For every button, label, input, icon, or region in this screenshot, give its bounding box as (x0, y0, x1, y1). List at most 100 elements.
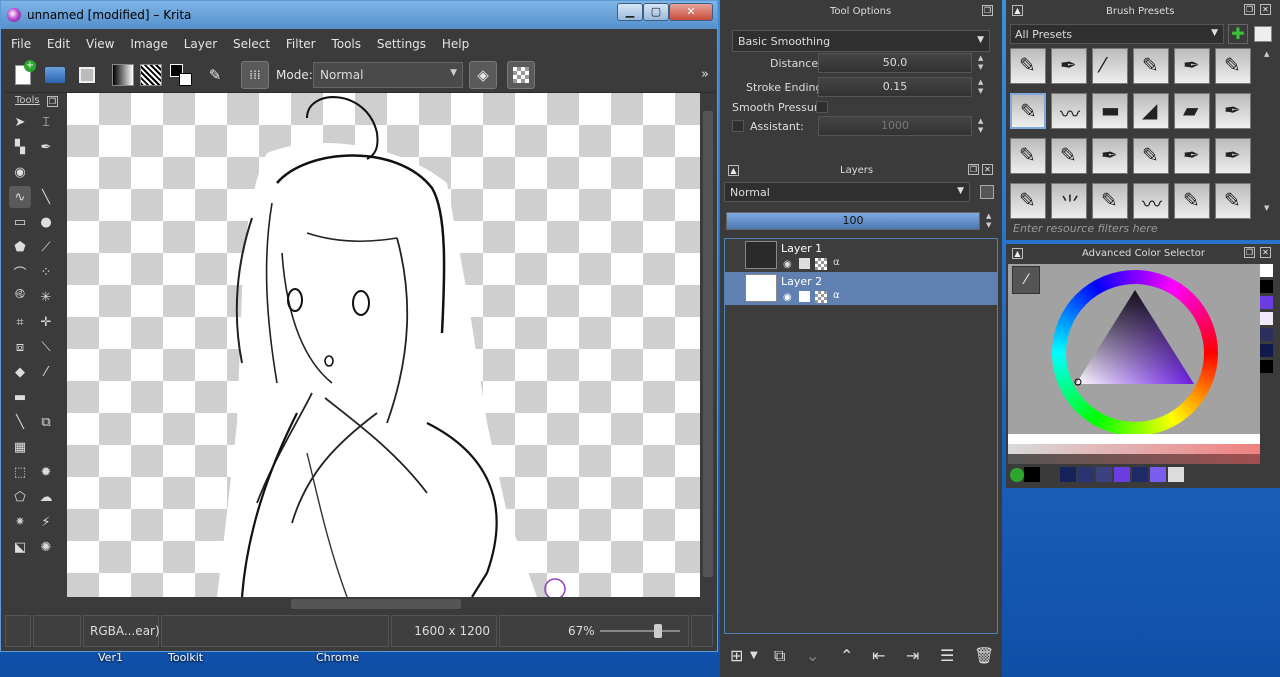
brush-preview-icon[interactable] (5, 615, 31, 647)
brush-preset-tile[interactable]: ✒ (1174, 138, 1210, 174)
canvas-vertical-scrollbar[interactable] (701, 93, 715, 597)
history-swatch[interactable] (1260, 264, 1273, 277)
polyline-tool-icon[interactable]: ⟋ (35, 236, 57, 258)
brush-preset-tile[interactable]: ✒ (1051, 48, 1087, 84)
float-docker-icon[interactable]: ❐ (47, 96, 58, 107)
float-docker-icon[interactable]: ❐ (1244, 247, 1255, 258)
inherit-alpha-icon[interactable]: α (833, 257, 840, 268)
assistant-checkbox[interactable] (732, 120, 744, 132)
brush-preset-tile[interactable]: ✎ (1133, 48, 1169, 84)
color-patch[interactable] (1078, 467, 1094, 482)
canvas-horizontal-scrollbar[interactable] (67, 597, 715, 611)
outline-select-tool-icon[interactable]: ☁ (35, 486, 57, 508)
freehand-path-tool-icon[interactable]: ⁘ (35, 261, 57, 283)
visibility-eye-icon[interactable]: ◉ (783, 259, 792, 270)
move-out-of-group-icon[interactable]: ⇤ (872, 646, 885, 665)
history-swatch[interactable] (1260, 296, 1273, 309)
color-patch[interactable] (1114, 467, 1130, 482)
move-layer-up-icon[interactable]: ⌃ (840, 646, 853, 665)
menu-filter[interactable]: Filter (280, 31, 322, 57)
alpha-lock-icon[interactable] (815, 258, 827, 270)
polygon-select-tool-icon[interactable]: ⬠ (9, 486, 31, 508)
history-swatch[interactable] (1260, 328, 1273, 341)
chevron-down-icon[interactable]: ▼ (750, 650, 758, 661)
save-button[interactable] (73, 61, 101, 89)
close-docker-icon[interactable]: ✕ (982, 164, 993, 175)
close-button[interactable]: ✕ (669, 3, 713, 21)
menu-view[interactable]: View (80, 31, 120, 57)
layer-properties-icon[interactable] (980, 185, 994, 199)
brush-preset-tile[interactable]: ✎ (1010, 93, 1046, 129)
zoom-slider-track[interactable] (600, 630, 680, 632)
brush-preset-tile[interactable]: ✎ (1215, 183, 1251, 219)
layer-properties-icon[interactable]: ☰ (940, 646, 954, 665)
blend-mode-select[interactable]: Normal ▼ (313, 62, 463, 88)
preset-view-icon[interactable] (1254, 26, 1272, 42)
text-tool-icon[interactable]: ⌶ (35, 111, 57, 133)
history-swatch[interactable] (1260, 344, 1273, 357)
hue-ring[interactable] (1052, 270, 1218, 436)
bezier-select-tool-icon[interactable]: ⬕ (9, 536, 31, 558)
minimize-button[interactable]: ▁ (617, 3, 643, 21)
brush-preset-tile[interactable]: ✒ (1215, 138, 1251, 174)
rect-select-tool-icon[interactable]: ⬚ (9, 461, 31, 483)
brush-preset-tile[interactable]: ✎ (1215, 48, 1251, 84)
brush-preset-tile[interactable]: ✒ (1174, 48, 1210, 84)
lock-icon[interactable] (799, 258, 810, 269)
brush-preset-tile[interactable]: ▬ (1092, 93, 1128, 129)
assistant-magnetism-slider[interactable]: 1000 (818, 116, 972, 136)
preserve-alpha-button[interactable] (507, 61, 535, 89)
horizontal-scroll-thumb[interactable] (291, 599, 461, 609)
dynamic-brush-tool-icon[interactable]: ࿋ (9, 286, 31, 308)
brush-preset-tile[interactable]: ▰ (1174, 93, 1210, 129)
menu-file[interactable]: File (5, 31, 37, 57)
vertical-scroll-thumb[interactable] (703, 111, 713, 577)
magic-wand-tool-icon[interactable]: ⚡ (35, 511, 57, 533)
move-layer-down-icon[interactable]: ⌄ (806, 646, 819, 665)
brush-preset-tile[interactable]: ◢ (1133, 93, 1169, 129)
opacity-spinner-icon[interactable]: ▲ ▼ (986, 212, 996, 230)
brush-preset-tile[interactable]: 〰 (1051, 93, 1087, 129)
ellipse-tool-icon[interactable]: ● (35, 211, 57, 233)
freehand-brush-tool-icon[interactable]: ∿ (9, 186, 31, 208)
brush-preset-button[interactable]: ✎ (201, 61, 229, 89)
pattern-selector-button[interactable] (137, 61, 165, 89)
collapse-docker-icon[interactable]: ▲ (1012, 5, 1023, 16)
open-document-button[interactable] (41, 61, 69, 89)
float-docker-icon[interactable]: ❐ (1244, 4, 1255, 15)
preset-filter-select[interactable]: All Presets ▼ (1010, 24, 1224, 44)
move-into-group-icon[interactable]: ⇥ (906, 646, 919, 665)
color-patch[interactable] (1060, 467, 1076, 482)
brush-preset-tile[interactable]: 〰 (1133, 183, 1169, 219)
close-docker-icon[interactable]: ✕ (1260, 247, 1271, 258)
menu-layer[interactable]: Layer (178, 31, 223, 57)
add-layer-icon[interactable]: ⊞ (730, 646, 743, 665)
stroke-ending-slider[interactable]: 0.15 (818, 77, 972, 97)
move-tool-icon[interactable]: ✛ (35, 311, 57, 333)
layer-opacity-slider[interactable]: 100 (726, 212, 980, 230)
close-docker-icon[interactable]: ✕ (1260, 4, 1271, 15)
measure-tool-icon[interactable]: ⟍ (35, 336, 57, 358)
delete-layer-icon[interactable]: 🗑 (974, 646, 994, 665)
toolbar-overflow-button[interactable]: » (701, 67, 709, 82)
title-bar[interactable]: unnamed [modified] – Krita ▁ ▢ ✕ (1, 1, 717, 29)
transform-tool-icon[interactable]: ⧈ (9, 336, 31, 358)
color-patch[interactable] (1042, 467, 1058, 482)
lightness-slider[interactable] (1008, 454, 1260, 464)
brush-preset-tile[interactable]: ✒ (1092, 138, 1128, 174)
color-patch[interactable] (1168, 467, 1184, 482)
menu-image[interactable]: Image (124, 31, 174, 57)
smoothing-select[interactable]: Basic Smoothing ▼ (732, 30, 990, 52)
fill-tool-icon[interactable]: ◆ (9, 361, 31, 383)
distance-slider[interactable]: 50.0 (818, 53, 972, 73)
color-patch[interactable] (1150, 467, 1166, 482)
color-picker-tool-icon[interactable]: ⁄ (35, 361, 57, 383)
polygon-tool-icon[interactable]: ⬟ (9, 236, 31, 258)
saturation-slider[interactable] (1008, 444, 1260, 454)
preset-scroll-up-icon[interactable]: ▲ (1264, 50, 1274, 59)
brush-preset-tile[interactable]: ✎ (1051, 138, 1087, 174)
drawing-canvas[interactable] (67, 93, 700, 597)
foreground-background-colors[interactable] (167, 61, 195, 89)
line-tool-icon[interactable]: ╲ (35, 186, 57, 208)
visibility-eye-icon[interactable]: ◉ (783, 292, 792, 303)
